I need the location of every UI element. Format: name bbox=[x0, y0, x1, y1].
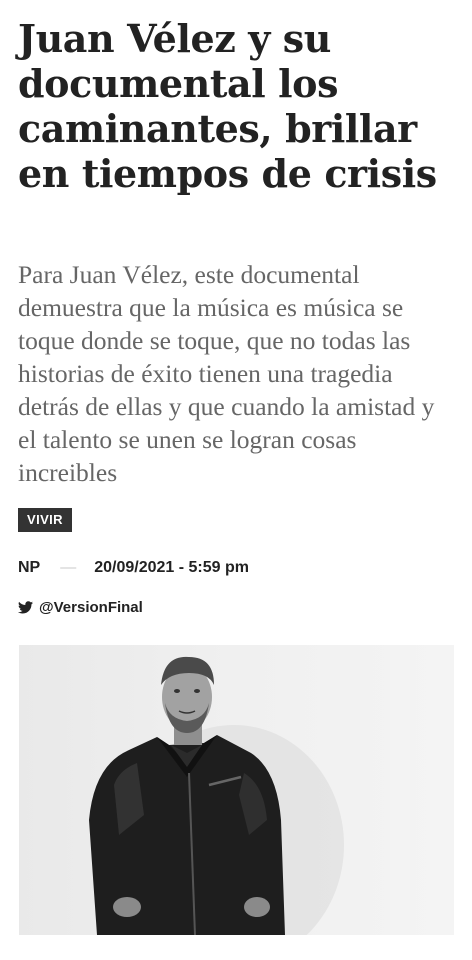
category-tag[interactable]: VIVIR bbox=[18, 508, 72, 532]
publish-date: 20/09/2021 - 5:59 pm bbox=[94, 559, 249, 576]
article: Juan Vélez y su documental los caminante… bbox=[0, 0, 472, 960]
meta-separator: — bbox=[60, 559, 77, 576]
article-deck: Para Juan Vélez, este documental demuest… bbox=[18, 260, 435, 487]
article-meta: NP — 20/09/2021 - 5:59 pm bbox=[18, 556, 249, 580]
author-name[interactable]: NP bbox=[18, 559, 40, 577]
twitter-bird-icon bbox=[18, 600, 33, 613]
twitter-link[interactable]: @VersionFinal bbox=[18, 596, 143, 618]
twitter-handle: @VersionFinal bbox=[39, 598, 143, 616]
article-photo bbox=[19, 645, 454, 935]
portrait-illustration bbox=[89, 656, 344, 935]
article-headline: Juan Vélez y su documental los caminante… bbox=[18, 16, 437, 196]
